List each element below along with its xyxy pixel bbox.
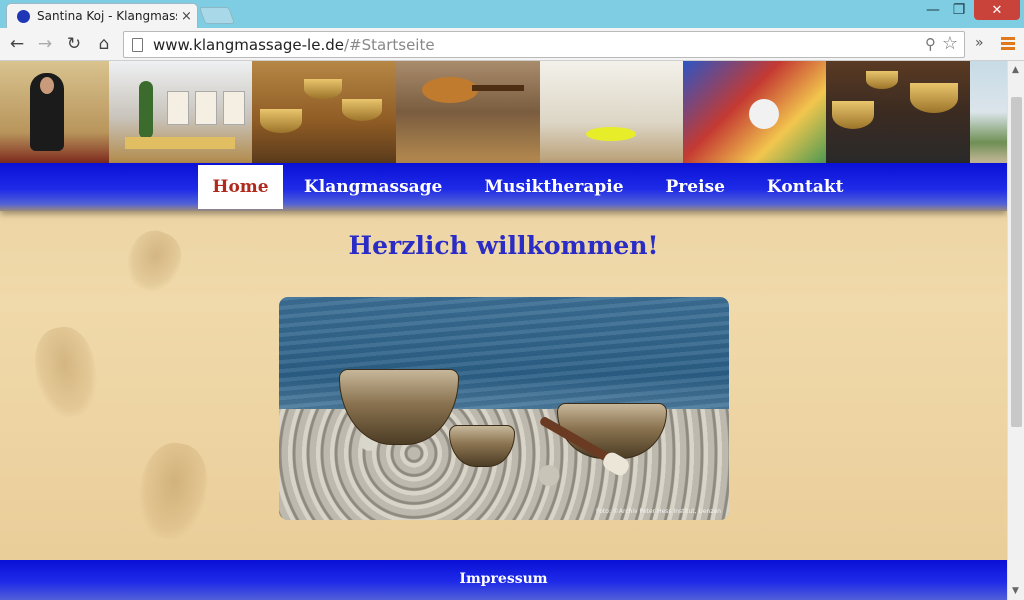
site-favicon-icon <box>17 9 30 23</box>
nav-item-home[interactable]: Home <box>198 165 283 209</box>
close-window-button[interactable]: ✕ <box>974 0 1020 20</box>
page-title: Herzlich willkommen! <box>348 231 659 260</box>
url-path: /#Startseite <box>343 35 435 54</box>
reload-icon[interactable]: ↻ <box>63 33 85 55</box>
page-viewport: Home Klangmassage Musiktherapie Preise K… <box>0 61 1007 600</box>
browser-titlebar: Santina Koj - Klangmassage × — ❐ ✕ <box>0 0 1024 28</box>
page-scrollbar[interactable]: ▲ ▼ <box>1007 61 1024 600</box>
arrow-left-icon[interactable]: ← <box>6 33 28 55</box>
nav-item-kontakt[interactable]: Kontakt <box>746 165 865 209</box>
footprint-decoration <box>28 322 104 422</box>
nav-item-klangmassage[interactable]: Klangmassage <box>283 165 463 209</box>
url-host: www.klangmassage-le.de <box>153 35 344 54</box>
page-footer: Impressum <box>0 560 1007 600</box>
browser-tab[interactable]: Santina Koj - Klangmassage × <box>6 3 198 28</box>
footprint-decoration <box>132 437 214 545</box>
scroll-down-icon[interactable]: ▼ <box>1012 586 1019 596</box>
banner-photo-guitar <box>396 61 540 163</box>
tab-close-icon[interactable]: × <box>181 9 192 24</box>
nav-items: Home Klangmassage Musiktherapie Preise K… <box>198 165 865 209</box>
photo-credit: Foto: ©Archiv Peter Hess Institut, Uenze… <box>596 508 721 515</box>
maximize-button[interactable]: ❐ <box>946 0 972 20</box>
hero-image-singing-bowls: Foto: ©Archiv Peter Hess Institut, Uenze… <box>279 297 729 520</box>
banner-photo-bowls-mallets <box>826 61 970 163</box>
extensions-overflow-button[interactable]: » <box>975 35 984 51</box>
nav-item-preise[interactable]: Preise <box>645 165 746 209</box>
address-bar[interactable]: www.klangmassage-le.de /#Startseite ⚲ ☆ <box>123 31 965 58</box>
photo-banner <box>0 61 1007 163</box>
banner-photo-beach <box>970 61 1007 163</box>
browser-toolbar: ← → ↻ ⌂ www.klangmassage-le.de /#Startse… <box>0 28 1024 61</box>
page-icon <box>132 37 143 52</box>
banner-photo-massage-room <box>109 61 252 163</box>
arrow-right-icon[interactable]: → <box>34 33 56 55</box>
scroll-up-icon[interactable]: ▲ <box>1012 65 1019 75</box>
tab-title: Santina Koj - Klangmassage <box>37 9 177 23</box>
banner-photo-instruments <box>683 61 826 163</box>
scroll-thumb[interactable] <box>1011 97 1022 427</box>
home-icon[interactable]: ⌂ <box>93 33 115 55</box>
star-icon[interactable]: ☆ <box>942 33 958 54</box>
impressum-link[interactable]: Impressum <box>0 560 1007 598</box>
main-nav: Home Klangmassage Musiktherapie Preise K… <box>0 163 1007 211</box>
minimize-button[interactable]: — <box>920 0 946 20</box>
new-tab-button[interactable] <box>198 7 236 24</box>
banner-photo-singing-bowls <box>252 61 396 163</box>
zoom-icon[interactable]: ⚲ <box>925 35 936 53</box>
nav-item-musiktherapie[interactable]: Musiktherapie <box>463 165 644 209</box>
banner-photo-woman <box>0 61 109 163</box>
banner-photo-room-table <box>540 61 683 163</box>
hamburger-menu-icon[interactable] <box>1001 37 1015 52</box>
